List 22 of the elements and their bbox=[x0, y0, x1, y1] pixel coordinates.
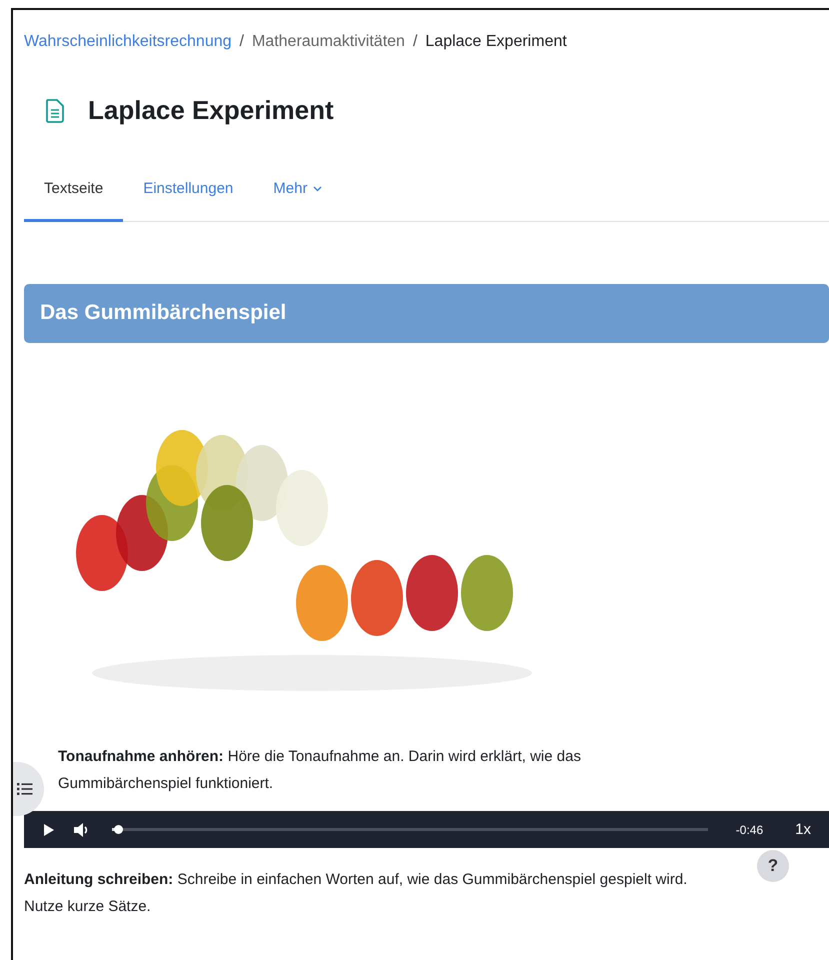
breadcrumb-separator: / bbox=[412, 33, 418, 51]
instruction-paragraph: Tonaufnahme anhören: Höre die Tonaufnahme an. Darin wird erklärt, wie das Gummibärchenspiel funktioniert. bbox=[58, 747, 582, 794]
page-title: Laplace Experiment bbox=[88, 95, 334, 126]
volume-icon bbox=[74, 822, 90, 836]
time-remaining: -0:46 bbox=[736, 822, 764, 836]
tab[interactable]: Einstellungen bbox=[123, 168, 254, 222]
breadcrumb-item: Matheraumaktivitäten bbox=[252, 33, 405, 51]
help-button[interactable]: ? bbox=[757, 850, 789, 882]
breadcrumb-separator: / bbox=[240, 33, 244, 51]
play-icon bbox=[44, 824, 54, 836]
progress-track[interactable] bbox=[112, 828, 708, 831]
breadcrumb-current: Laplace Experiment bbox=[425, 33, 567, 51]
section-heading: Das Gummibärchenspiel bbox=[40, 301, 288, 325]
document-icon bbox=[46, 98, 64, 122]
index-drawer-button[interactable] bbox=[13, 762, 44, 816]
tab[interactable]: Textseite bbox=[24, 168, 124, 222]
tab[interactable]: Mehr bbox=[253, 168, 342, 222]
list-icon bbox=[17, 783, 33, 795]
instruction-paragraph: Anleitung schreiben: Schreibe in einfachen Worten auf, wie das Gummibärchenspiel gespielt wird. Nutze kurze Sätze. bbox=[24, 870, 688, 917]
speed-button[interactable]: 1x bbox=[789, 820, 817, 839]
breadcrumb-link[interactable]: Wahrscheinlichkeitsrechnung bbox=[24, 33, 232, 51]
progress-thumb[interactable] bbox=[114, 825, 123, 834]
